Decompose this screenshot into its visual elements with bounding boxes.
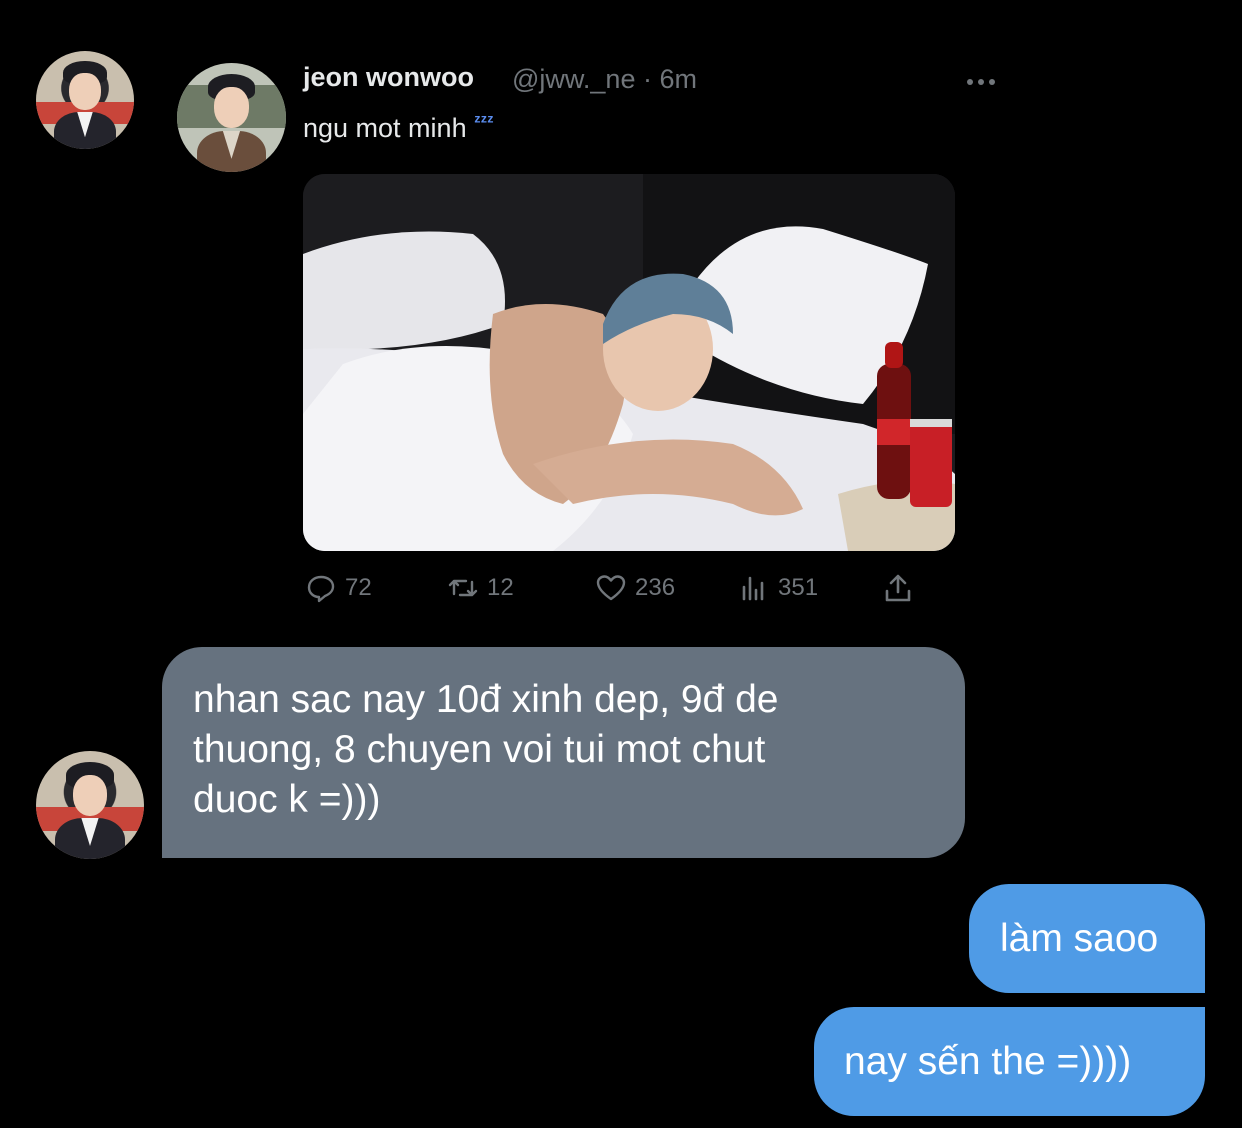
outgoing-message-bubble[interactable]: nay sến the =)))) [814, 1007, 1205, 1116]
message-text: làm saoo [1000, 916, 1159, 960]
reply-icon [307, 575, 335, 603]
incoming-message-bubble[interactable]: nhan sac nay 10đ xinh dep, 9đ de thuong,… [162, 647, 965, 858]
reply-action[interactable]: 72 [305, 568, 372, 608]
views-count: 351 [778, 574, 819, 601]
like-action[interactable]: 236 [595, 568, 675, 608]
message-line: thuong, 8 chuyen voi tui mot chut [193, 728, 766, 771]
views-action[interactable]: 351 [738, 568, 818, 608]
retweet-action[interactable]: 12 [447, 568, 514, 608]
tweet-author-name[interactable]: jeon wonwoo [303, 62, 474, 93]
tweet-photo[interactable] [303, 174, 955, 551]
share-action[interactable] [882, 568, 914, 608]
outgoing-message-bubble[interactable]: làm saoo [969, 884, 1205, 993]
heart-icon [596, 575, 626, 601]
sender-avatar[interactable] [36, 51, 134, 149]
retweet-count: 12 [487, 574, 514, 601]
tweet-handle-time: @jww._ne · 6m [512, 64, 697, 94]
views-icon [742, 576, 764, 601]
sender-avatar[interactable] [36, 751, 144, 859]
message-text: nay sến the =)))) [844, 1039, 1132, 1083]
more-options-icon[interactable] [966, 78, 996, 86]
tweet-author-avatar[interactable] [177, 63, 286, 172]
message-line: duoc k =))) [193, 778, 381, 821]
tweet-text: ngu mot minh ᶻᶻᶻ [303, 111, 494, 144]
like-count: 236 [635, 574, 676, 601]
tweet-text-content: ngu mot minh [303, 113, 467, 143]
reply-count: 72 [345, 574, 372, 601]
share-icon [885, 574, 911, 602]
retweet-icon [448, 579, 478, 597]
zzz-emoji-icon: ᶻᶻᶻ [474, 111, 494, 131]
message-line: nhan sac nay 10đ xinh dep, 9đ de [193, 678, 779, 721]
